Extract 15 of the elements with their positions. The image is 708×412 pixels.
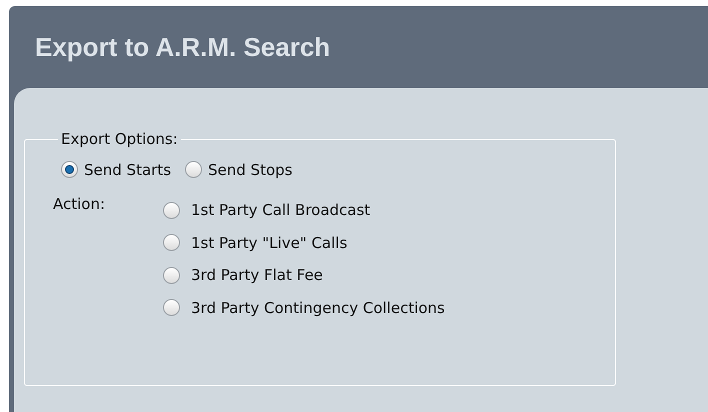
radio-label: 3rd Party Contingency Collections	[191, 298, 445, 318]
radio-button[interactable]	[163, 266, 180, 284]
radio-button[interactable]	[163, 202, 180, 219]
radio-button[interactable]	[185, 161, 202, 178]
group-legend: Export Options:	[58, 128, 181, 150]
radio-button[interactable]	[163, 234, 180, 252]
radio-label: 3rd Party Flat Fee	[191, 265, 323, 286]
window-title: Export to A.R.M. Search	[35, 30, 330, 64]
radio-button[interactable]	[61, 161, 78, 178]
action-label: Action:	[53, 194, 106, 215]
radio-label: Send Stops	[208, 160, 292, 180]
radio-label: 1st Party Call Broadcast	[191, 200, 370, 221]
radio-button[interactable]	[163, 299, 180, 316]
radio-label: 1st Party "Live" Calls	[191, 232, 348, 254]
radio-label: Send Starts	[84, 160, 172, 180]
